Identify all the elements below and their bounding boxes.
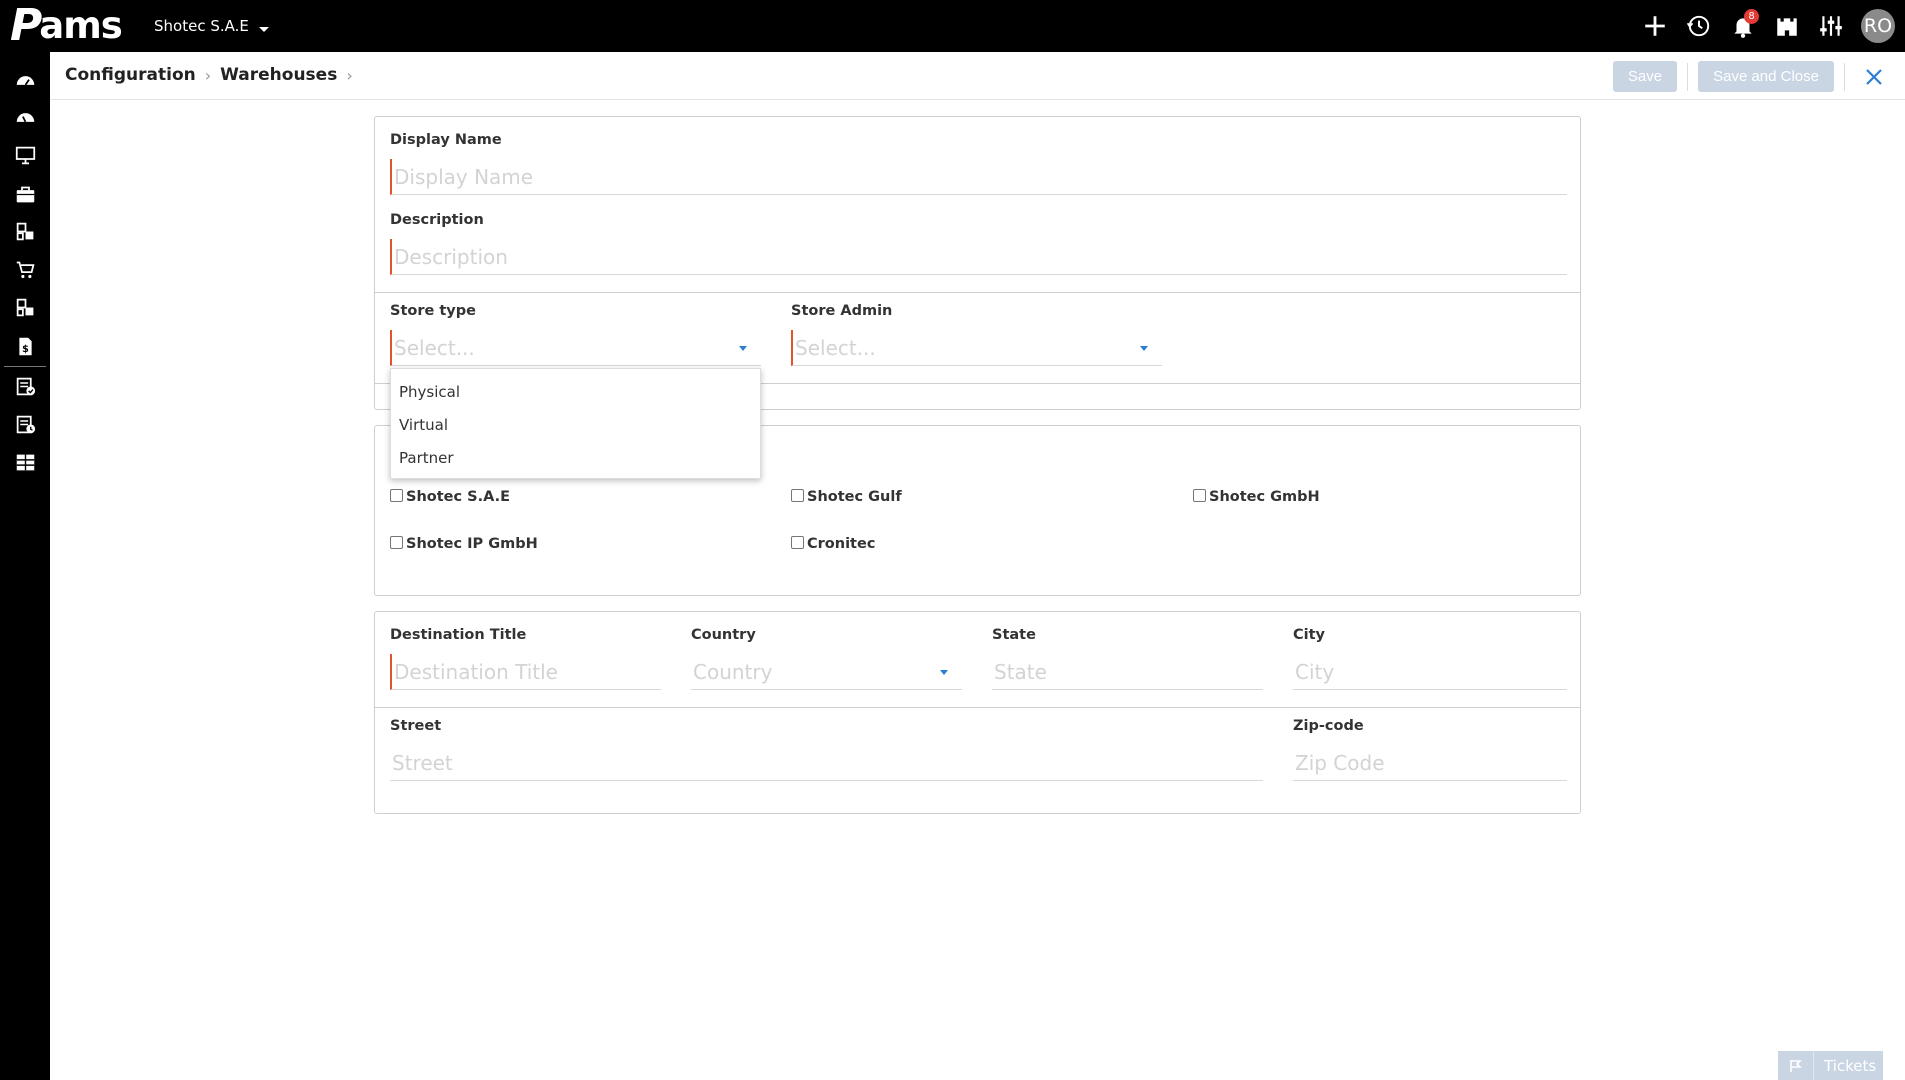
store-admin-select[interactable]: Select... — [791, 330, 1162, 366]
state-input[interactable]: State — [992, 654, 1263, 690]
warehouse-info-card: Display Name Display Name Description De… — [374, 116, 1581, 410]
breadcrumb-warehouses[interactable]: Warehouses — [220, 65, 337, 85]
history-icon[interactable] — [1677, 0, 1721, 52]
company-checkbox-shotec-gulf[interactable]: Shotec Gulf — [791, 489, 902, 505]
breadcrumb: Configuration › Warehouses › — [65, 65, 362, 85]
document-check-icon[interactable] — [0, 368, 50, 404]
checkbox[interactable] — [390, 489, 403, 502]
company-switcher[interactable]: Shotec S.A.E — [154, 17, 269, 35]
country-select[interactable]: Country — [691, 654, 962, 690]
warehouse-icon[interactable] — [1765, 0, 1809, 52]
notification-badge: 8 — [1744, 9, 1759, 24]
company-checkbox-shotec-ip-gmbh[interactable]: Shotec IP GmbH — [390, 536, 538, 552]
invoice-dollar-icon[interactable]: $ — [0, 328, 50, 364]
close-icon[interactable] — [1855, 61, 1893, 92]
modules-icon[interactable] — [0, 213, 50, 249]
city-input[interactable]: City — [1293, 654, 1567, 690]
checkbox[interactable] — [390, 536, 403, 549]
divider — [1687, 62, 1689, 91]
zip-code-label: Zip-code — [1293, 718, 1364, 734]
menu-item-physical[interactable]: Physical — [391, 376, 760, 409]
display-name-input[interactable]: Display Name — [390, 159, 1567, 195]
company-checkbox-cronitec[interactable]: Cronitec — [791, 536, 875, 552]
top-navbar: Pams Shotec S.A.E 8 RO — [0, 0, 1905, 52]
bell-icon[interactable]: 8 — [1721, 0, 1765, 52]
settings-sliders-icon[interactable] — [1809, 0, 1853, 52]
chevron-right-icon: › — [346, 65, 353, 85]
address-card: Destination Title Destination Title Coun… — [374, 611, 1581, 814]
caret-down-icon — [739, 346, 747, 351]
modules-alt-icon[interactable] — [0, 289, 50, 325]
user-avatar[interactable]: RO — [1861, 9, 1895, 43]
cart-icon[interactable] — [0, 251, 50, 287]
report-grid-icon[interactable] — [0, 444, 50, 480]
description-input[interactable]: Description — [390, 239, 1567, 275]
caret-down-icon — [940, 670, 948, 675]
company-name: Shotec S.A.E — [154, 17, 249, 35]
checkbox[interactable] — [791, 489, 804, 502]
menu-item-virtual[interactable]: Virtual — [391, 409, 760, 442]
company-checkbox-shotec-gmbh[interactable]: Shotec GmbH — [1193, 489, 1320, 505]
chevron-right-icon: › — [204, 65, 212, 85]
sidebar-divider — [4, 366, 46, 367]
chevron-down-icon — [258, 26, 269, 32]
store-type-menu: Physical Virtual Partner — [390, 368, 761, 479]
app-logo[interactable]: Pams — [10, 4, 123, 48]
city-label: City — [1293, 627, 1325, 643]
checkbox[interactable] — [791, 536, 804, 549]
tickets-button[interactable]: Tickets — [1778, 1051, 1883, 1080]
monitor-icon[interactable] — [0, 137, 50, 173]
description-label: Description — [390, 212, 484, 228]
dashboard-icon[interactable] — [0, 62, 50, 98]
company-checkbox-shotec-sae[interactable]: Shotec S.A.E — [390, 489, 510, 505]
zip-code-input[interactable]: Zip Code — [1293, 745, 1567, 781]
destination-title-input[interactable]: Destination Title — [390, 654, 661, 690]
tickets-label: Tickets — [1824, 1056, 1877, 1075]
country-label: Country — [691, 627, 756, 643]
checkbox[interactable] — [1193, 489, 1206, 502]
state-label: State — [992, 627, 1036, 643]
divider — [1844, 62, 1845, 91]
section-divider — [375, 707, 1580, 708]
store-type-select[interactable]: Select... — [390, 330, 761, 366]
dashboard-alt-icon[interactable] — [0, 99, 50, 135]
menu-item-partner[interactable]: Partner — [391, 442, 760, 475]
store-admin-label: Store Admin — [791, 303, 893, 319]
street-label: Street — [390, 718, 442, 734]
store-type-label: Store type — [390, 303, 476, 319]
document-clock-icon[interactable] — [0, 406, 50, 442]
sidebar: $ — [0, 52, 50, 1080]
section-divider — [375, 292, 1580, 293]
svg-text:$: $ — [22, 343, 29, 354]
page-header: Configuration › Warehouses › Save Save a… — [50, 52, 1905, 100]
display-name-label: Display Name — [390, 132, 502, 148]
save-button[interactable]: Save — [1612, 61, 1678, 92]
caret-down-icon — [1140, 346, 1148, 351]
add-icon[interactable] — [1633, 0, 1677, 52]
breadcrumb-configuration[interactable]: Configuration — [65, 65, 196, 85]
briefcase-icon[interactable] — [0, 176, 50, 212]
destination-title-label: Destination Title — [390, 627, 527, 643]
save-and-close-button[interactable]: Save and Close — [1698, 61, 1834, 92]
street-input[interactable]: Street — [390, 745, 1263, 781]
flag-icon — [1778, 1051, 1814, 1080]
